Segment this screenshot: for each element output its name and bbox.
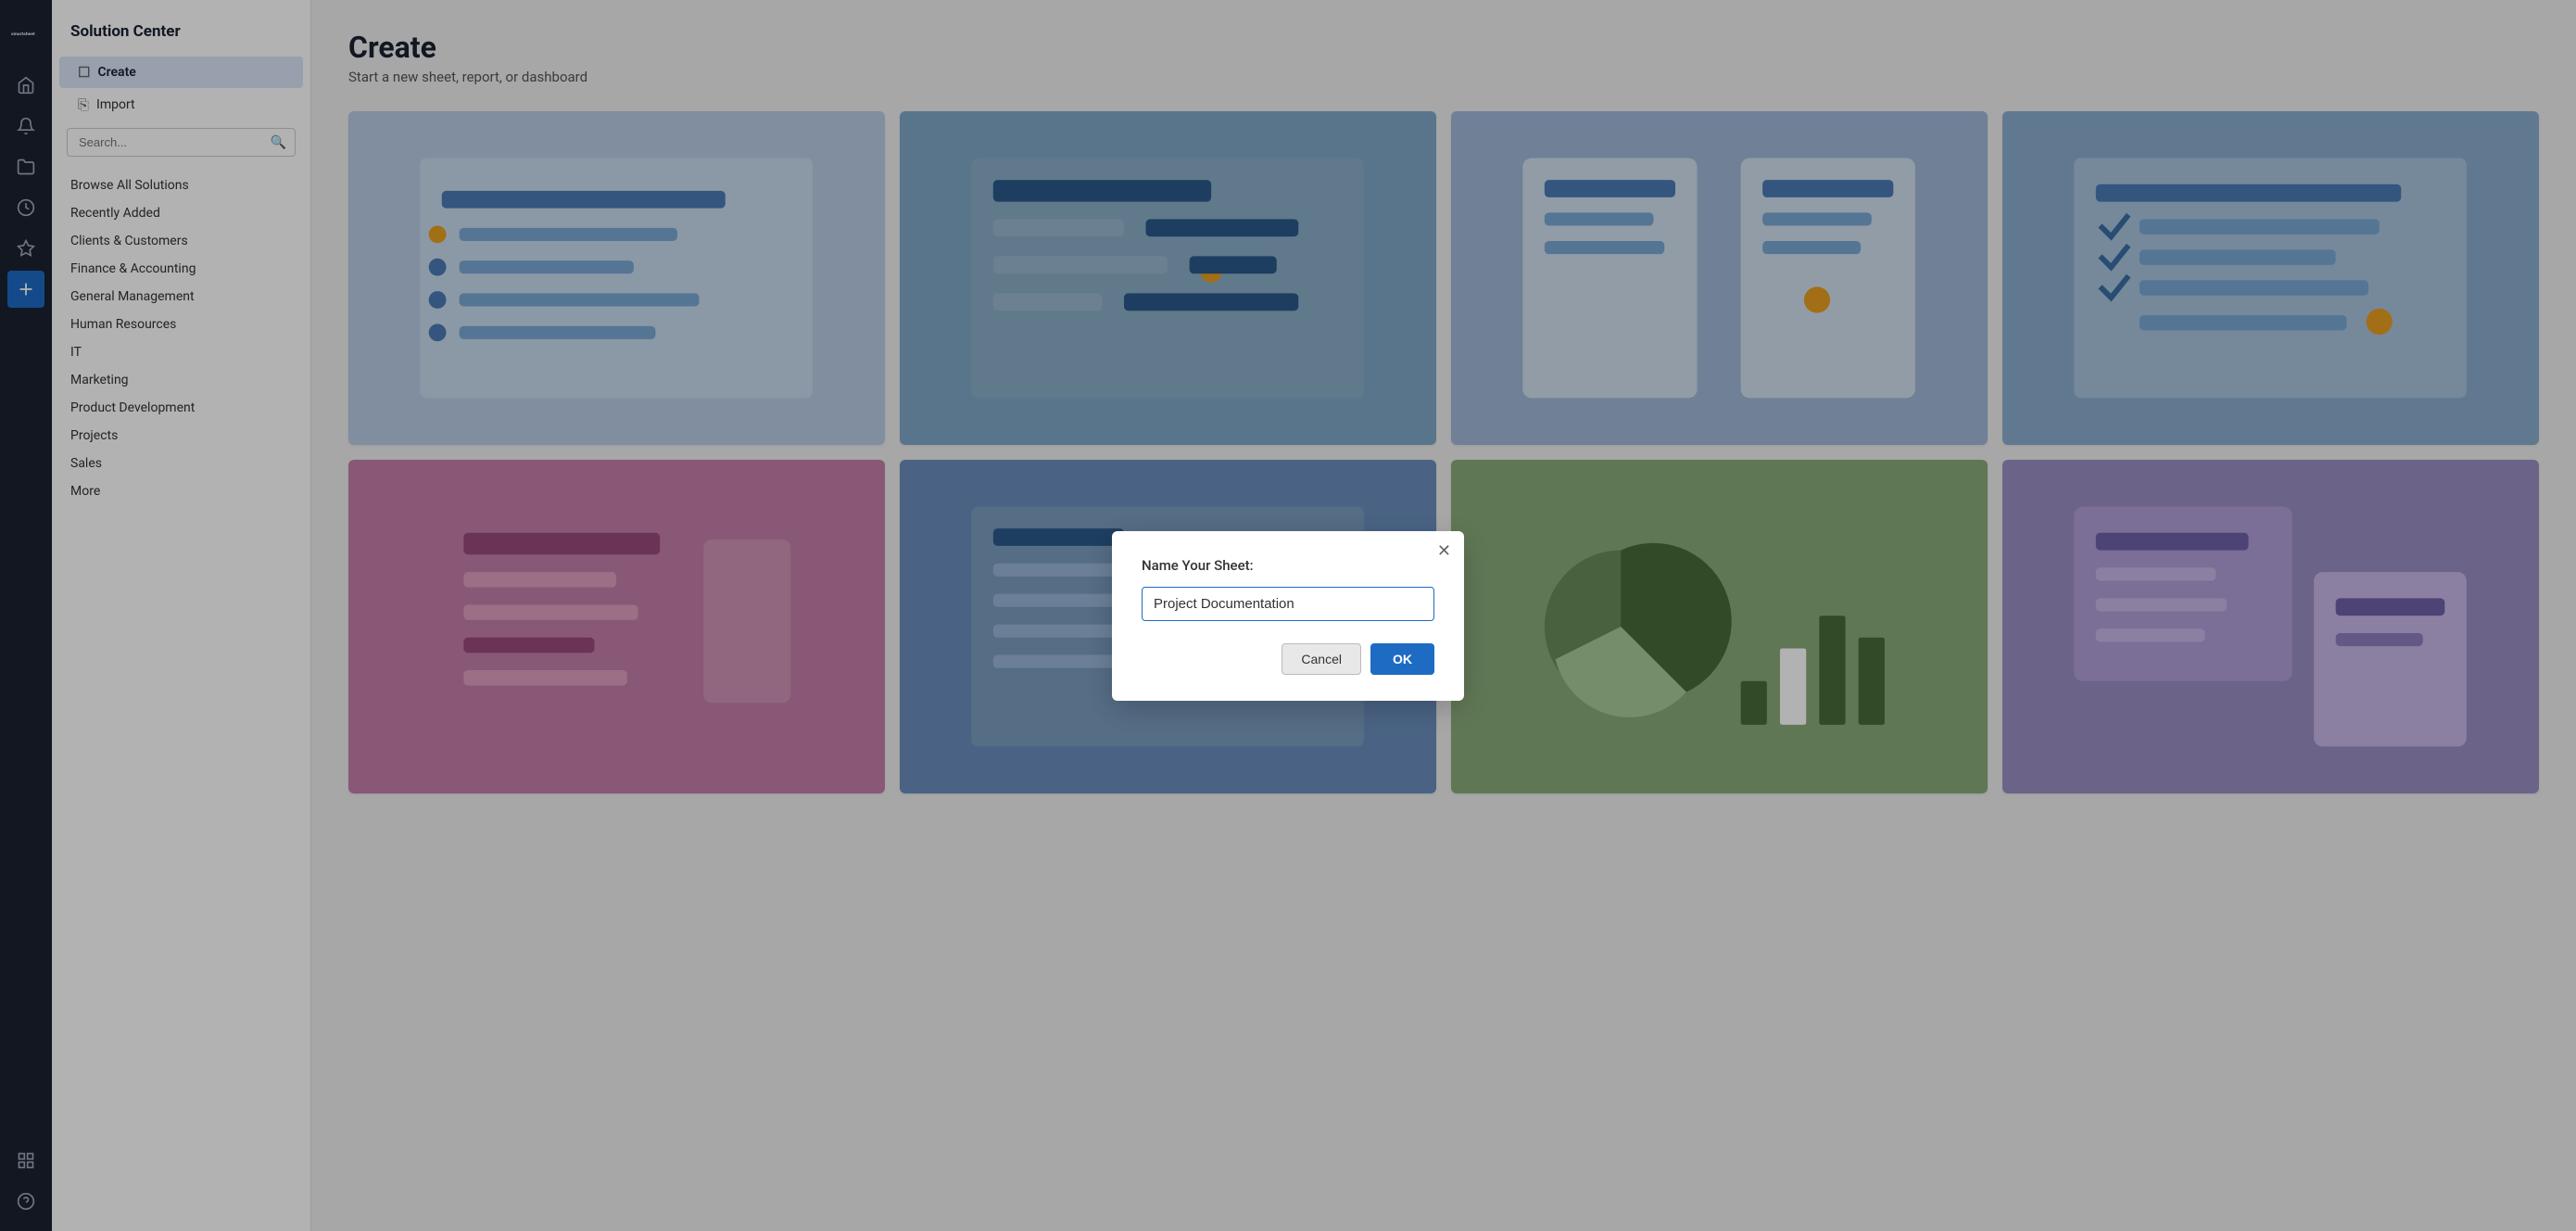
sheet-name-input[interactable] — [1142, 587, 1434, 621]
modal-actions: Cancel OK — [1142, 643, 1434, 675]
content-area: Create Start a new sheet, report, or das… — [311, 0, 2576, 1231]
modal-dialog: ✕ Name Your Sheet: Cancel OK — [1112, 531, 1464, 701]
modal-overlay: ✕ Name Your Sheet: Cancel OK — [311, 0, 2576, 1231]
modal-title: Name Your Sheet: — [1142, 557, 1434, 574]
modal-close-button[interactable]: ✕ — [1437, 542, 1451, 559]
ok-button[interactable]: OK — [1370, 643, 1434, 675]
main-area: Solution Center ☐ Create ⎘ Import 🔍 Brow… — [52, 0, 2576, 1231]
cancel-button[interactable]: Cancel — [1282, 643, 1361, 675]
